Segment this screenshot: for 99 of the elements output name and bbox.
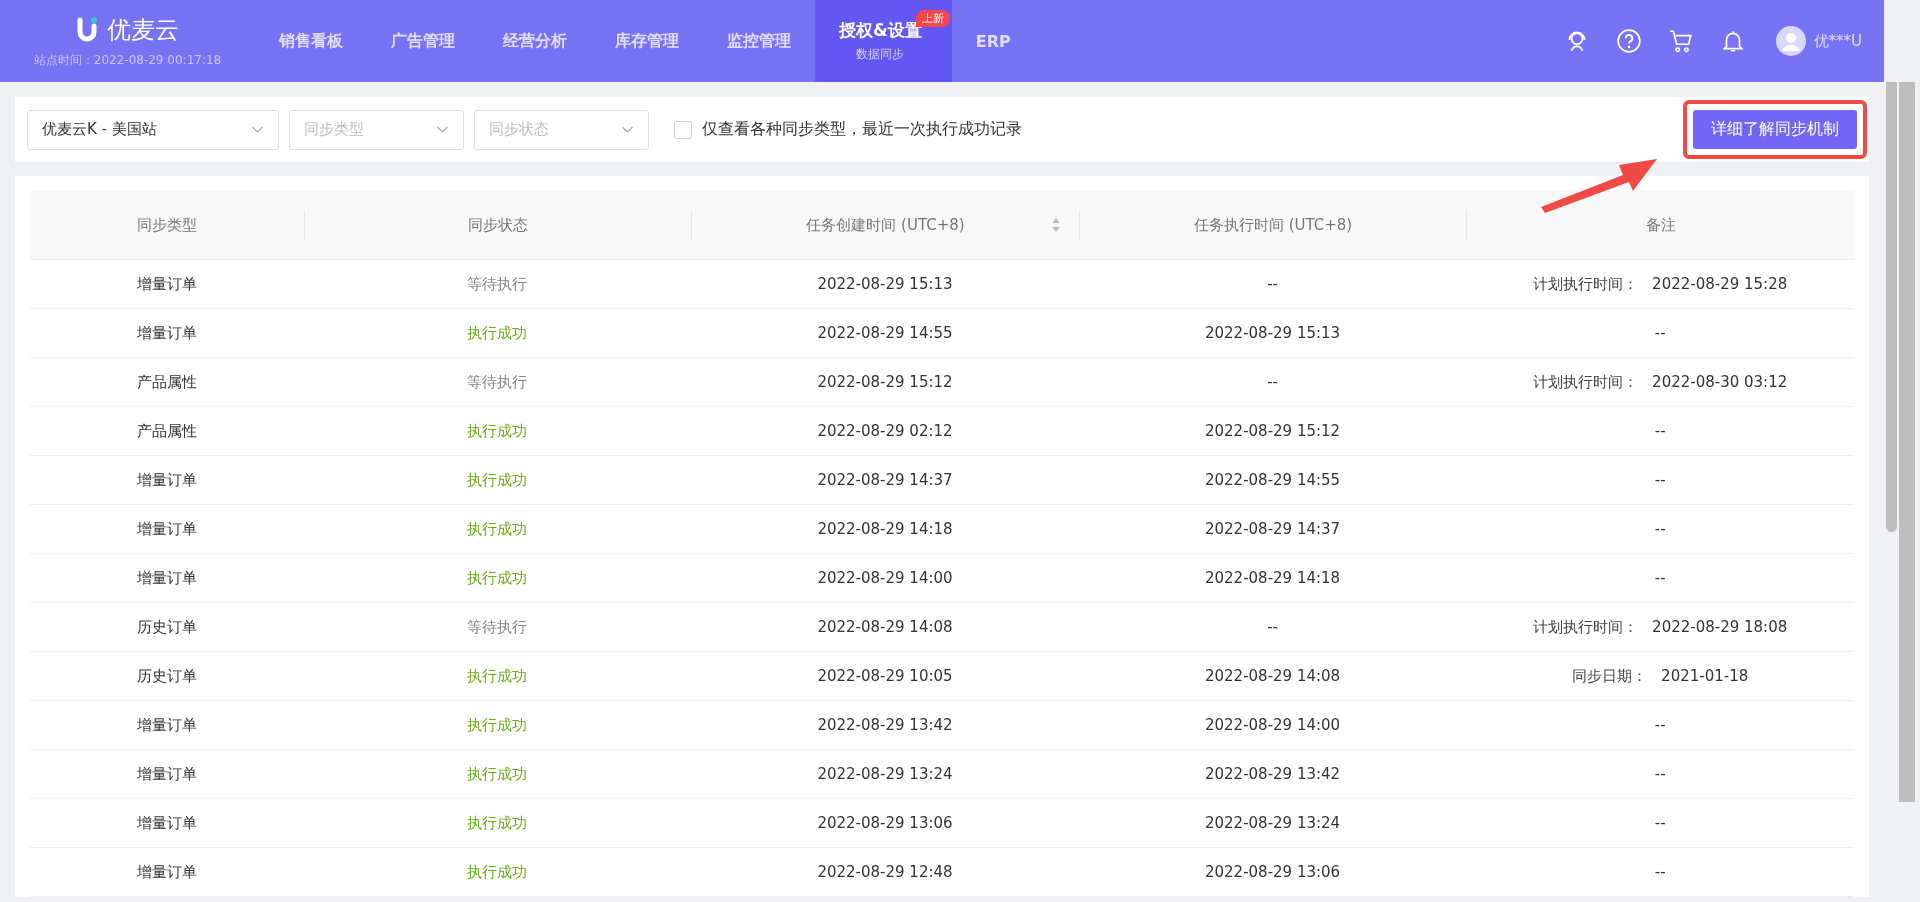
table-cell: 2022-08-29 15:13	[1205, 324, 1341, 342]
table-cell: 增量订单	[136, 764, 197, 783]
nav-tab[interactable]: 广告管理	[367, 0, 479, 82]
nav-tab[interactable]: 销售看板	[255, 0, 367, 82]
table-cell: --	[1654, 520, 1666, 538]
table-cell: 2022-08-29 14:55	[817, 324, 953, 342]
table-cell: --	[1654, 569, 1666, 587]
table-cell: 2022-08-29 13:42	[1205, 765, 1341, 783]
avatar-icon[interactable]	[1775, 26, 1806, 56]
table-cell: 2022-08-29 13:24	[817, 765, 953, 783]
checkbox[interactable]	[674, 120, 692, 139]
table-cell: 2022-08-29 15:12	[1205, 422, 1341, 440]
table-cell: 2022-08-29 14:08	[817, 618, 953, 636]
table-cell: 2022-08-29 18:08	[1652, 617, 1788, 636]
help-icon[interactable]	[1615, 28, 1642, 54]
note-label: 同步日期：	[1572, 666, 1648, 685]
table-cell: 历史订单	[136, 617, 197, 636]
table-cell: 增量订单	[136, 862, 197, 881]
table-cell: 增量订单	[136, 323, 197, 342]
table-cell: 2022-08-29 02:12	[817, 422, 953, 440]
table-cell: --	[1654, 422, 1666, 440]
table-cell: 2022-08-29 14:00	[1205, 716, 1341, 734]
table-cell: 2022-08-29 14:00	[817, 569, 953, 587]
table-cell: 2022-08-29 13:42	[817, 716, 953, 734]
table-cell: 2022-08-29 14:37	[817, 471, 953, 489]
table-cell: 增量订单	[136, 274, 197, 293]
table-cell: 2022-08-29 15:13	[817, 275, 953, 293]
status-text: 执行成功	[467, 715, 528, 734]
table-cell: 增量订单	[136, 715, 197, 734]
table-cell: 增量订单	[136, 519, 197, 538]
chevron-down-icon	[251, 125, 264, 134]
table-cell: --	[1654, 716, 1666, 734]
note-label: 计划执行时间：	[1533, 617, 1639, 636]
chevron-down-icon	[436, 125, 449, 134]
column-header: 备注	[1645, 215, 1676, 235]
scrollbar[interactable]	[1886, 82, 1897, 532]
table-cell: --	[1654, 471, 1666, 489]
table-cell: 2022-08-29 10:05	[817, 667, 953, 685]
status-text: 执行成功	[467, 323, 528, 342]
table-cell: 2022-08-29 14:18	[817, 520, 953, 538]
nav-tab[interactable]: ERP	[951, 0, 1035, 82]
table-cell: --	[1267, 275, 1278, 293]
status-text: 执行成功	[467, 470, 528, 489]
user-name[interactable]: 优***U	[1813, 31, 1862, 51]
nav-tab[interactable]: 监控管理	[703, 0, 815, 82]
table-cell: 产品属性	[136, 421, 197, 440]
chevron-down-icon	[621, 125, 634, 134]
table-cell: --	[1267, 618, 1278, 636]
nav-tab[interactable]: 库存管理	[591, 0, 703, 82]
checkbox-label[interactable]: 仅查看各种同步类型，最近一次执行成功记录	[702, 119, 1022, 140]
column-header: 任务执行时间 (UTC+8)	[1193, 215, 1353, 235]
table-cell: 2022-08-29 14:08	[1205, 667, 1341, 685]
table-cell: 2022-08-30 03:12	[1652, 372, 1788, 391]
table-cell: 2022-08-29 15:12	[817, 373, 953, 391]
status-text: 执行成功	[467, 666, 528, 685]
note-label: 计划执行时间：	[1533, 274, 1639, 293]
status-text: 执行成功	[467, 862, 528, 881]
table-cell: 产品属性	[136, 372, 197, 391]
table-cell: 2022-08-29 14:37	[1205, 520, 1341, 538]
table-cell: --	[1654, 863, 1666, 881]
shop-select[interactable]: 优麦云K - 美国站	[27, 109, 279, 150]
table-cell: --	[1654, 324, 1666, 342]
learn-sync-button[interactable]: 详细了解同步机制	[1693, 110, 1857, 149]
table-cell: 2022-08-29 14:18	[1205, 569, 1341, 587]
scrollbar[interactable]	[1899, 82, 1915, 802]
table-cell: 2021-01-18	[1661, 666, 1749, 685]
status-text: 执行成功	[467, 519, 528, 538]
table-cell: 2022-08-29 15:28	[1652, 274, 1788, 293]
status-text: 等待执行	[467, 274, 528, 293]
table-cell: 2022-08-29 13:24	[1205, 814, 1341, 832]
brand-name: 优麦云	[106, 14, 179, 46]
column-header: 同步类型	[136, 215, 197, 235]
table-cell: --	[1654, 765, 1666, 783]
status-text: 执行成功	[467, 421, 528, 440]
table-cell: --	[1267, 373, 1278, 391]
table-cell: 2022-08-29 13:06	[817, 814, 953, 832]
status-text: 执行成功	[467, 813, 528, 832]
sync-status-select[interactable]: 同步状态	[474, 109, 649, 150]
nav-tab[interactable]: 经营分析	[479, 0, 591, 82]
table-cell: --	[1654, 814, 1666, 832]
column-header: 同步状态	[467, 215, 528, 235]
table-cell: 历史订单	[136, 666, 197, 685]
table-cell: 增量订单	[136, 470, 197, 489]
logo-icon	[76, 16, 99, 43]
status-text: 执行成功	[467, 764, 528, 783]
sync-type-select[interactable]: 同步类型	[289, 109, 464, 150]
site-time: 站点时间：2022-08-29 00:17:18	[33, 51, 222, 69]
table-cell: 增量订单	[136, 813, 197, 832]
table-cell: 2022-08-29 13:06	[1205, 863, 1341, 881]
status-text: 执行成功	[467, 568, 528, 587]
table-cell: 2022-08-29 12:48	[817, 863, 953, 881]
column-header: 任务创建时间 (UTC+8)	[806, 215, 965, 235]
status-text: 等待执行	[467, 372, 528, 391]
table-cell: 增量订单	[136, 568, 197, 587]
new-badge: 上新	[915, 10, 950, 27]
status-text: 等待执行	[467, 617, 528, 636]
note-label: 计划执行时间：	[1533, 372, 1639, 391]
table-cell: 2022-08-29 14:55	[1205, 471, 1341, 489]
cart-icon[interactable]	[1667, 28, 1694, 54]
